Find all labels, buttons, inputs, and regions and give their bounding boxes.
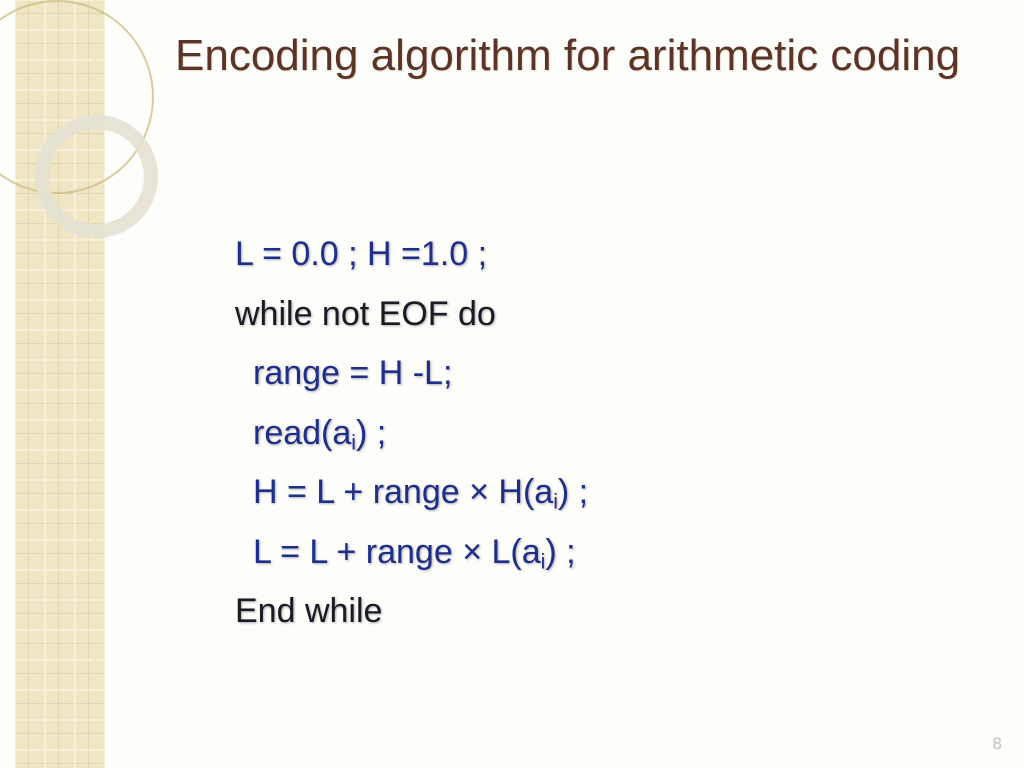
text: range = H -L; — [253, 354, 452, 392]
text: L = L + range × L(a — [253, 533, 541, 571]
code-line-2: while not EOF do — [235, 285, 964, 345]
decorative-ring-small — [35, 115, 158, 238]
slide: Encoding algorithm for arithmetic coding… — [0, 0, 1024, 768]
code-line-6: L = L + range × L(ai) ; — [235, 523, 964, 583]
text: read(a — [253, 414, 351, 452]
code-line-5: H = L + range × H(ai) ; — [235, 463, 964, 523]
text: ) ; — [558, 473, 588, 511]
code-line-3: range = H -L; — [235, 344, 964, 404]
text: H = L + range × H(a — [253, 473, 553, 511]
text: while not EOF do — [235, 295, 496, 333]
text: ) ; — [545, 533, 575, 571]
text: ) ; — [356, 414, 386, 452]
page-number: 8 — [993, 734, 1002, 754]
slide-title: Encoding algorithm for arithmetic coding — [175, 30, 964, 83]
text: End while — [235, 592, 382, 630]
code-line-1: L = 0.0 ; H =1.0 ; — [235, 225, 964, 285]
text: L = 0.0 ; H =1.0 ; — [235, 235, 487, 273]
slide-body: L = 0.0 ; H =1.0 ; while not EOF do rang… — [235, 225, 964, 642]
code-line-7: End while — [235, 582, 964, 642]
code-line-4: read(ai) ; — [235, 404, 964, 464]
